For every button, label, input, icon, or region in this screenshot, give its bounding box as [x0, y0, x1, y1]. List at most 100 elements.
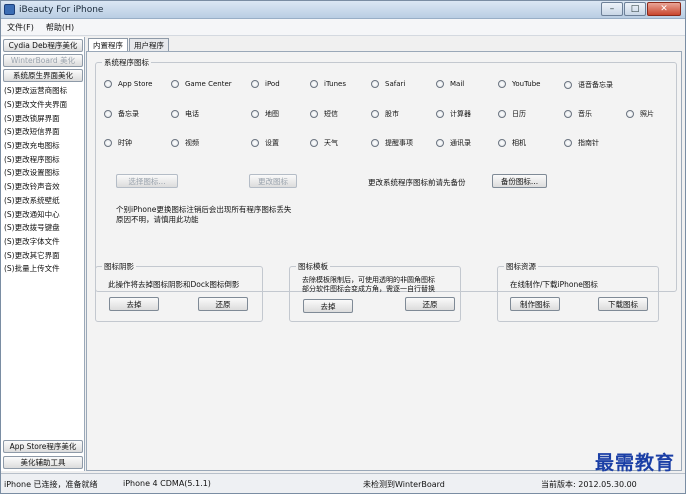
- menu-bar: 文件(F) 帮助(H): [1, 19, 685, 36]
- radio-settings[interactable]: 设置: [251, 138, 279, 148]
- make-icon-button[interactable]: 制作图标: [510, 297, 560, 311]
- change-icon-button[interactable]: 更改图标: [249, 174, 297, 188]
- radio-circle-icon: [564, 110, 572, 118]
- sidebar-item-lockscreen[interactable]: (S)更改锁屏界面: [1, 111, 85, 125]
- status-bar: iPhone 已连接，准备就绪 iPhone 4 CDMA(5.1.1) 未检测…: [1, 473, 685, 493]
- radio-circle-icon: [371, 80, 379, 88]
- radio-reminders[interactable]: 提醒事项: [371, 138, 413, 148]
- radio-mail[interactable]: Mail: [436, 80, 464, 88]
- template-restore-button[interactable]: 还原: [405, 297, 455, 311]
- sidebar-appstore-button[interactable]: App Store程序美化: [3, 440, 83, 453]
- sidebar-item-app-icons[interactable]: (S)更改程序图标: [1, 152, 85, 166]
- system-icons-legend: 系统程序图标: [102, 57, 151, 68]
- icon-resources-legend: 图标资源: [504, 261, 538, 272]
- tab-user-apps[interactable]: 用户程序: [129, 38, 169, 51]
- radio-circle-icon: [171, 139, 179, 147]
- radio-itunes[interactable]: iTunes: [310, 80, 346, 88]
- radio-calculator[interactable]: 计算器: [436, 109, 471, 119]
- sidebar-item-wallpaper[interactable]: (S)更改系统壁纸: [1, 194, 85, 208]
- radio-compass[interactable]: 指南针: [564, 138, 599, 148]
- template-remove-button[interactable]: 去掉: [303, 299, 353, 313]
- warning-note-line1: 个别iPhone更换图标注销后会出现所有程序图标丢失: [116, 205, 292, 214]
- radio-maps[interactable]: 地图: [251, 109, 279, 119]
- sidebar-winterboard-button[interactable]: WinterBoard 美化: [3, 54, 83, 67]
- sidebar-tools-button[interactable]: 美化辅助工具: [3, 456, 83, 469]
- sidebar-item-dialpad[interactable]: (S)更改拨号键盘: [1, 221, 85, 235]
- radio-weather[interactable]: 天气: [310, 138, 338, 148]
- radio-camera[interactable]: 相机: [498, 138, 526, 148]
- radio-voice-memos[interactable]: 语音备忘录: [564, 80, 613, 90]
- icon-template-group: 图标模板 去除模板限制后，可使用透明的非圆角图标 部分软件图标会变成方角，需逐一…: [289, 261, 461, 322]
- radio-game-center[interactable]: Game Center: [171, 80, 232, 88]
- radio-calendar[interactable]: 日历: [498, 109, 526, 119]
- radio-circle-icon: [436, 80, 444, 88]
- sidebar-item-sms[interactable]: (S)更改短信界面: [1, 125, 85, 139]
- menu-file[interactable]: 文件(F): [1, 22, 40, 33]
- sidebar-item-folder[interactable]: (S)更改文件夹界面: [1, 98, 85, 112]
- backup-icon-button[interactable]: 备份图标...: [492, 174, 547, 188]
- tab-builtin-apps[interactable]: 内置程序: [88, 38, 128, 52]
- sidebar-item-fonts[interactable]: (S)更改字体文件: [1, 235, 85, 249]
- sidebar-item-notification[interactable]: (S)更改通知中心: [1, 207, 85, 221]
- radio-circle-icon: [498, 110, 506, 118]
- sidebar-item-ringtones[interactable]: (S)更改铃声音效: [1, 180, 85, 194]
- warning-note-line2: 原因不明，请慎用此功能: [116, 215, 199, 224]
- sidebar-item-charging[interactable]: (S)更改充电图标: [1, 139, 85, 153]
- status-winterboard: 未检测到WinterBoard: [363, 480, 445, 489]
- sidebar-item-batch-upload[interactable]: (S)批量上传文件: [1, 262, 85, 276]
- maximize-button[interactable]: □: [624, 2, 646, 16]
- sidebar-cydia-button[interactable]: Cydia Deb程序美化: [3, 39, 83, 52]
- radio-circle-icon: [498, 80, 506, 88]
- radio-circle-icon: [104, 80, 112, 88]
- radio-stocks[interactable]: 股市: [371, 109, 399, 119]
- radio-youtube[interactable]: YouTube: [498, 80, 540, 88]
- status-device: iPhone 4 CDMA(5.1.1): [123, 479, 211, 488]
- icon-template-legend: 图标模板: [296, 261, 330, 272]
- radio-notes[interactable]: 备忘录: [104, 109, 139, 119]
- sidebar-item-carrier[interactable]: (S)更改运营商图标: [1, 84, 85, 98]
- backup-hint: 更改系统程序图标前请先备份: [368, 178, 466, 187]
- sidebar-system-ui-button[interactable]: 系统原生界面美化: [3, 69, 83, 82]
- app-window: iBeauty For iPhone – □ ✕ 文件(F) 帮助(H) Cyd…: [0, 0, 686, 494]
- radio-circle-icon: [310, 110, 318, 118]
- radio-app-store[interactable]: App Store: [104, 80, 152, 88]
- icon-resources-desc: 在线制作/下载iPhone图标: [510, 280, 598, 289]
- radio-circle-icon: [171, 110, 179, 118]
- icon-shadow-legend: 图标阴影: [102, 261, 136, 272]
- close-button[interactable]: ✕: [647, 2, 681, 16]
- title-bar[interactable]: iBeauty For iPhone – □ ✕: [1, 1, 685, 19]
- radio-circle-icon: [371, 139, 379, 147]
- icon-template-desc2: 部分软件图标会变成方角，需逐一自行替换: [302, 285, 435, 293]
- radio-music[interactable]: 音乐: [564, 109, 592, 119]
- shadow-restore-button[interactable]: 还原: [198, 297, 248, 311]
- radio-messages[interactable]: 短信: [310, 109, 338, 119]
- radio-contacts[interactable]: 通讯录: [436, 138, 471, 148]
- radio-circle-icon: [498, 139, 506, 147]
- download-icon-button[interactable]: 下载图标: [598, 297, 648, 311]
- sidebar-item-settings-icons[interactable]: (S)更改设置图标: [1, 166, 85, 180]
- radio-circle-icon: [436, 139, 444, 147]
- radio-safari[interactable]: Safari: [371, 80, 405, 88]
- main-panel: 系统程序图标 App Store Game Center iPod iTunes…: [86, 51, 682, 471]
- sidebar-item-other[interactable]: (S)更改其它界面: [1, 248, 85, 262]
- menu-help[interactable]: 帮助(H): [40, 22, 80, 33]
- radio-phone[interactable]: 电话: [171, 109, 199, 119]
- select-icon-button[interactable]: 选择图标...: [116, 174, 178, 188]
- shadow-remove-button[interactable]: 去掉: [109, 297, 159, 311]
- radio-circle-icon: [251, 110, 259, 118]
- radio-clock[interactable]: 时钟: [104, 138, 132, 148]
- icon-shadow-desc: 此操作将去掉图标阴影和Dock图标倒影: [108, 280, 240, 289]
- window-title: iBeauty For iPhone: [19, 5, 104, 15]
- system-icons-group: 系统程序图标 App Store Game Center iPod iTunes…: [95, 57, 677, 292]
- radio-photos[interactable]: 照片: [626, 109, 654, 119]
- radio-videos[interactable]: 视频: [171, 138, 199, 148]
- radio-circle-icon: [104, 139, 112, 147]
- radio-circle-icon: [251, 139, 259, 147]
- radio-ipod[interactable]: iPod: [251, 80, 280, 88]
- icon-shadow-group: 图标阴影 此操作将去掉图标阴影和Dock图标倒影 去掉 还原: [95, 261, 263, 322]
- sidebar-list: (S)更改运营商图标 (S)更改文件夹界面 (S)更改锁屏界面 (S)更改短信界…: [1, 84, 85, 276]
- minimize-button[interactable]: –: [601, 2, 623, 16]
- app-icon: [4, 4, 15, 15]
- radio-circle-icon: [371, 110, 379, 118]
- radio-circle-icon: [564, 139, 572, 147]
